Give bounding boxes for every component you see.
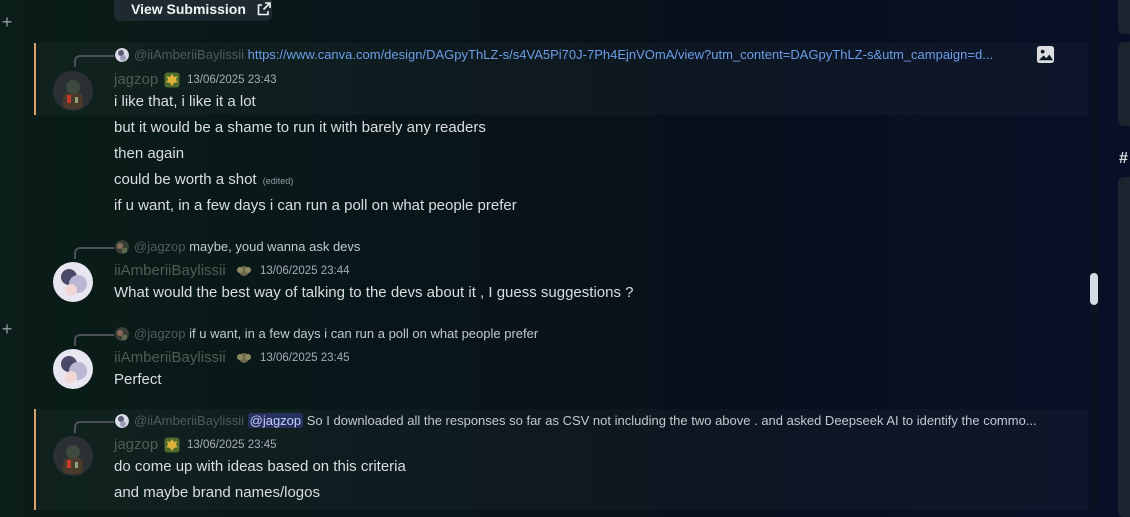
reply-author[interactable]: @iiAmberiiBaylissii xyxy=(134,413,244,428)
reply-text[interactable]: So I downloaded all the responses so far… xyxy=(307,413,1037,428)
edited-label: (edited) xyxy=(262,176,294,186)
reply-text[interactable]: if u want, in a few days i can run a pol… xyxy=(189,326,538,341)
external-link-icon xyxy=(257,1,271,15)
view-submission-label: View Submission xyxy=(131,0,246,17)
reply-connector xyxy=(74,55,114,67)
message-text: i like that, i like it a lot xyxy=(114,93,256,110)
scrollbar-track[interactable] xyxy=(1090,0,1098,510)
user-mention[interactable]: @jagzop xyxy=(247,413,304,428)
reply-preview[interactable]: @iiAmberiiBaylissii https://www.canva.co… xyxy=(134,47,993,62)
guild-badge-icon xyxy=(164,437,180,453)
message-text: What would the best way of talking to th… xyxy=(114,284,634,301)
reply-avatar xyxy=(115,414,129,428)
guild-badge-icon xyxy=(237,353,251,363)
avatar[interactable] xyxy=(53,262,93,302)
reply-preview[interactable]: @iiAmberiiBaylissii @jagzop So I downloa… xyxy=(134,413,1037,428)
reply-connector xyxy=(74,247,114,259)
message-author[interactable]: iiAmberiiBaylissii xyxy=(114,262,226,279)
message-text: if u want, in a few days i can run a pol… xyxy=(114,197,517,214)
image-icon xyxy=(1036,45,1055,64)
reply-author[interactable]: @jagzop xyxy=(134,326,186,341)
add-reaction-plus-icon[interactable]: + xyxy=(0,320,14,338)
reply-preview[interactable]: @jagzop if u want, in a few days i can r… xyxy=(134,326,538,341)
timestamp: 13/06/2025 23:44 xyxy=(260,265,350,277)
reply-author[interactable]: @jagzop xyxy=(134,239,186,254)
reply-link-text[interactable]: https://www.canva.com/design/DAGpyThLZ-s… xyxy=(248,47,993,62)
message-text: Perfect xyxy=(114,371,162,388)
add-reaction-plus-icon[interactable]: + xyxy=(0,13,14,31)
message-author[interactable]: iiAmberiiBaylissii xyxy=(114,349,226,366)
reply-avatar xyxy=(115,327,129,341)
timestamp: 13/06/2025 23:43 xyxy=(187,74,277,86)
timestamp: 13/06/2025 23:45 xyxy=(187,439,277,451)
message-text: do come up with ideas based on this crit… xyxy=(114,458,406,475)
view-submission-button[interactable]: View Submission xyxy=(114,0,272,21)
message-author[interactable]: jagzop xyxy=(114,71,158,88)
guild-badge-icon xyxy=(164,72,180,88)
message-text: but it would be a shame to run it with b… xyxy=(114,119,486,136)
message-author[interactable]: jagzop xyxy=(114,436,158,453)
avatar[interactable] xyxy=(53,436,93,476)
reply-avatar xyxy=(115,240,129,254)
reply-avatar xyxy=(115,48,129,62)
scrollbar-thumb[interactable] xyxy=(1090,273,1098,305)
side-panel-card[interactable] xyxy=(1118,42,1130,126)
avatar[interactable] xyxy=(53,349,93,389)
reply-connector xyxy=(74,421,114,433)
reply-text[interactable]: maybe, youd wanna ask devs xyxy=(189,239,360,254)
side-panel-card[interactable] xyxy=(1118,177,1130,517)
avatar[interactable] xyxy=(53,71,93,111)
channel-hash-icon: # xyxy=(1119,150,1128,167)
reply-author[interactable]: @iiAmberiiBaylissii xyxy=(134,47,244,62)
guild-badge-icon xyxy=(237,266,251,276)
reply-preview[interactable]: @jagzop maybe, youd wanna ask devs xyxy=(134,239,360,254)
side-panel-card[interactable] xyxy=(1118,0,1130,34)
reply-connector xyxy=(74,334,114,346)
message-text: and maybe brand names/logos xyxy=(114,484,320,501)
message-text-edited: could be worth a shot (edited) xyxy=(114,171,293,188)
message-text: then again xyxy=(114,145,185,162)
timestamp: 13/06/2025 23:45 xyxy=(260,352,350,364)
message-text: could be worth a shot xyxy=(114,171,257,188)
